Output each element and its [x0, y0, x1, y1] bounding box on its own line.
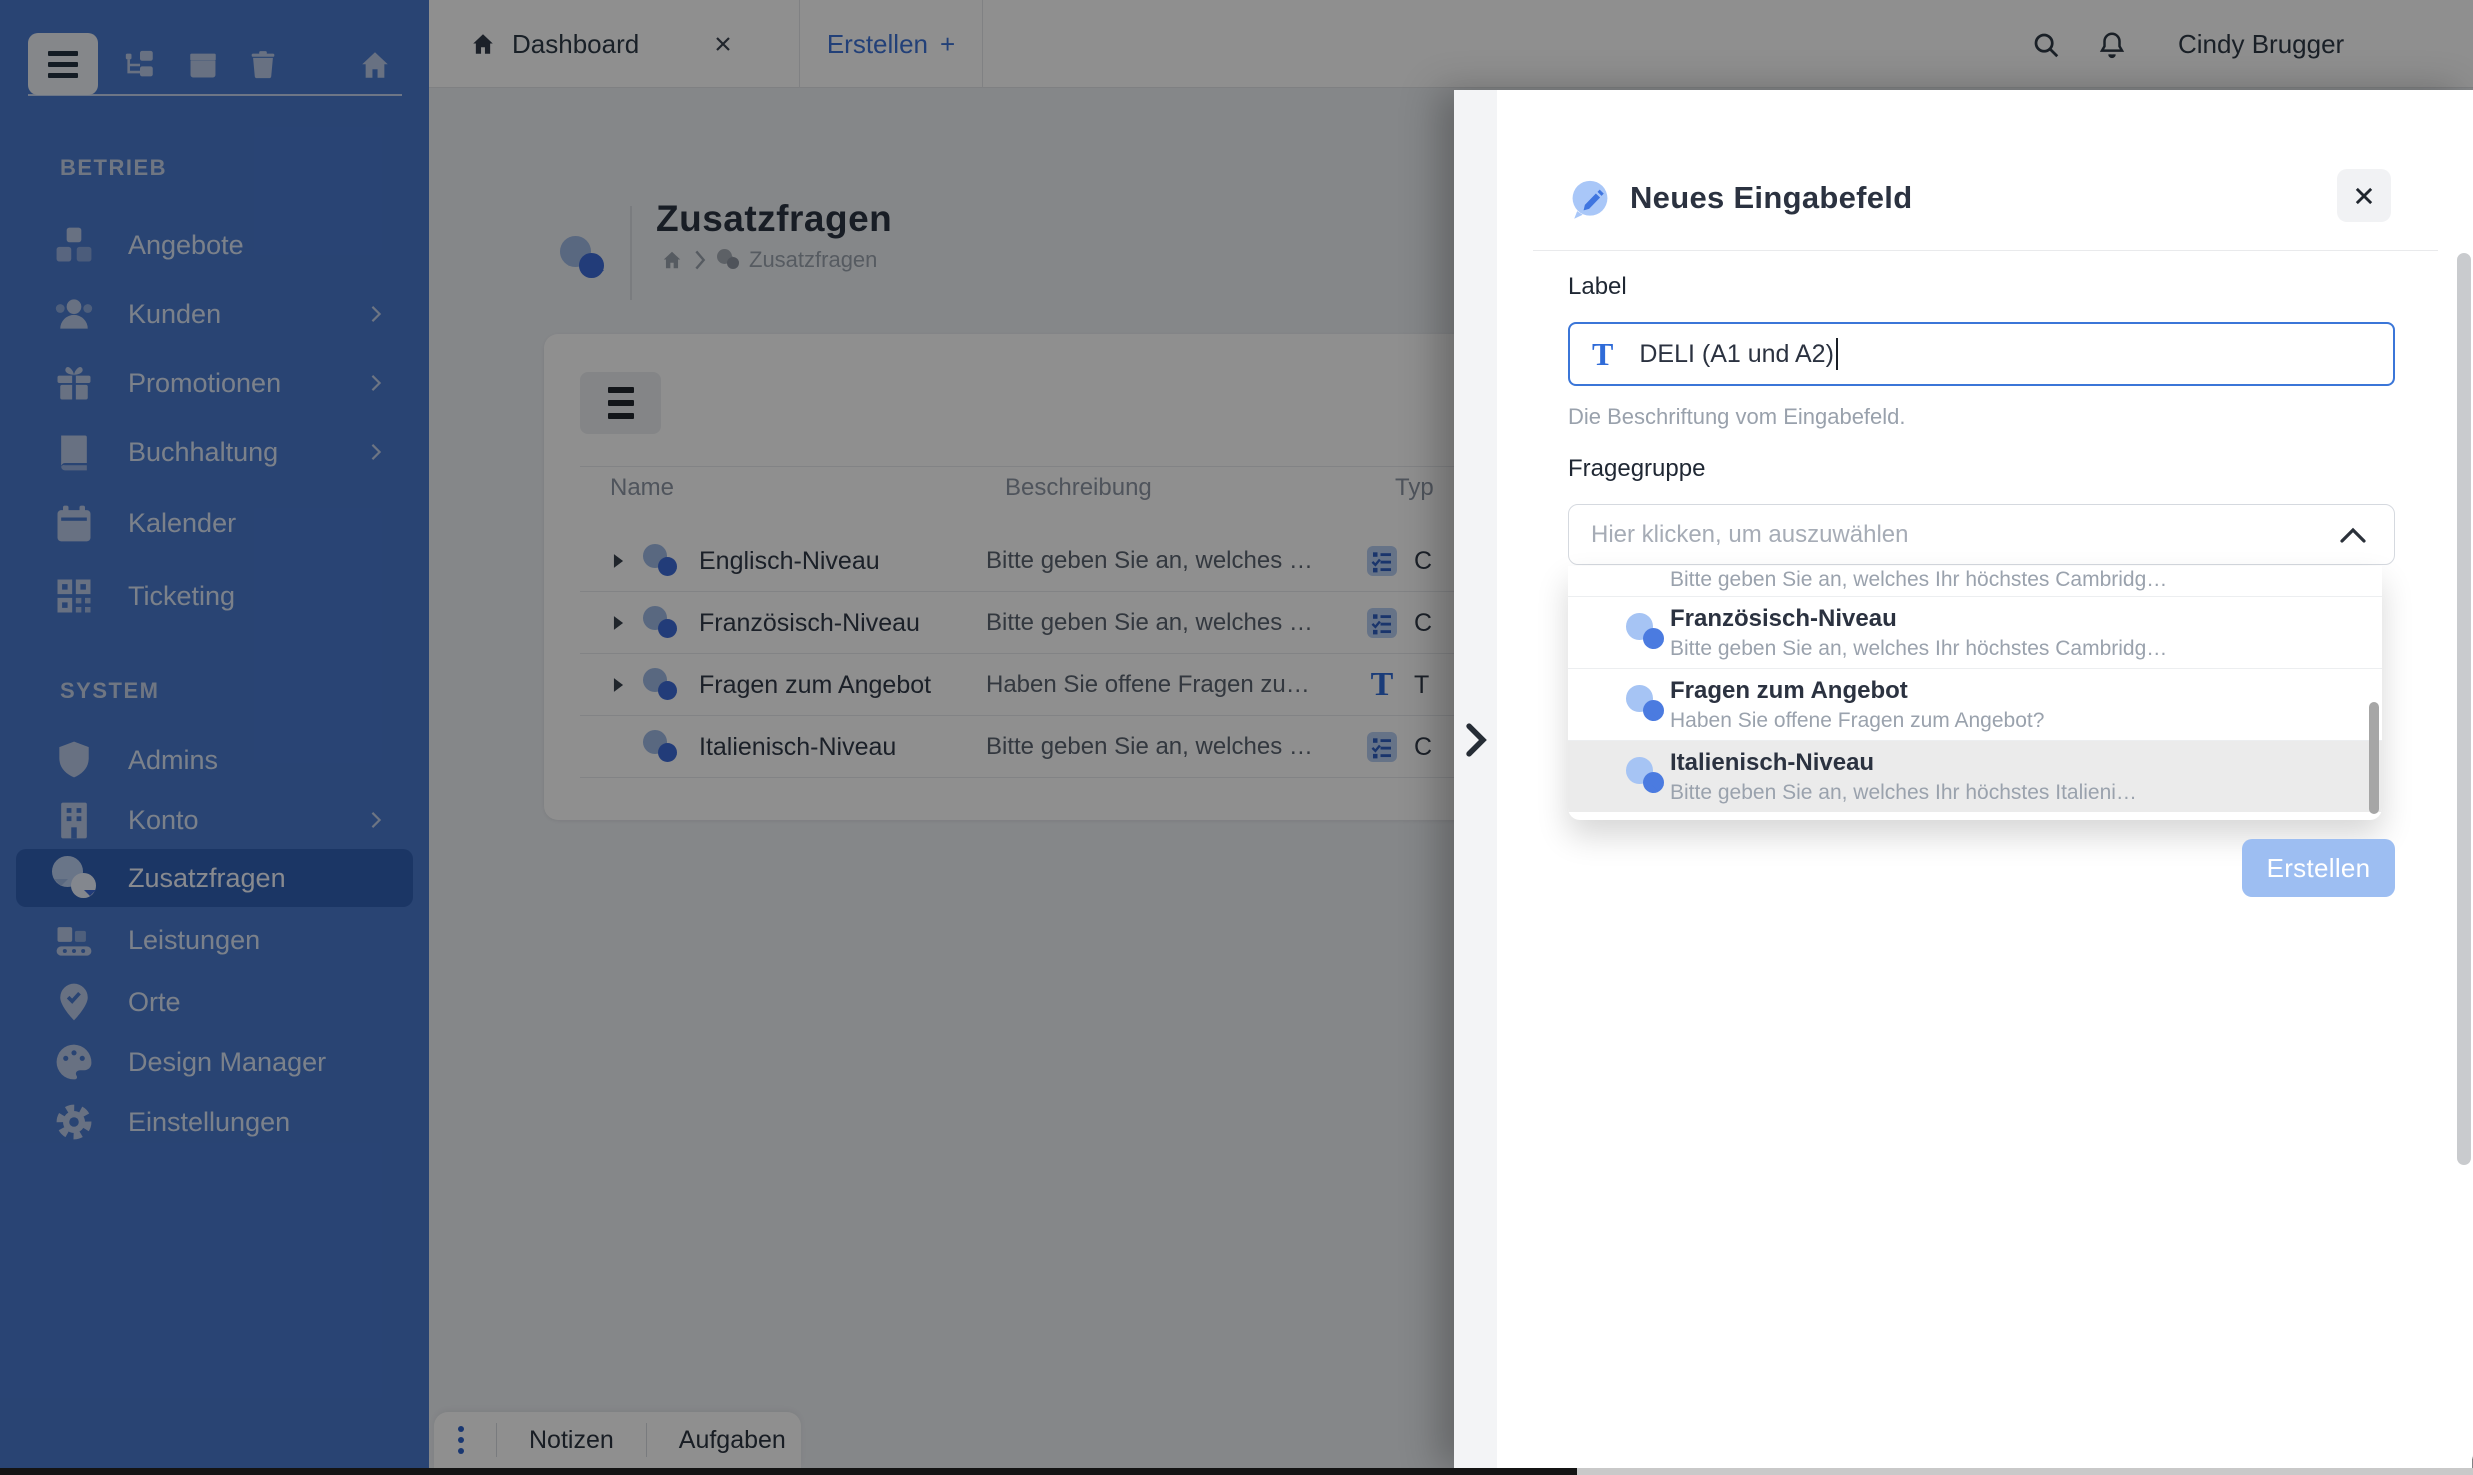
drawer-rail [1454, 90, 1497, 1468]
dialog-title: Neues Eingabefeld [1630, 180, 1913, 215]
label-input-value: DELI (A1 und A2) [1639, 339, 1834, 368]
chat-icon [1626, 757, 1665, 795]
option-title: Fragen zum Angebot [1670, 677, 1908, 704]
edit-bubble-icon [1572, 180, 1608, 219]
option-title: Französisch-Niveau [1670, 605, 1897, 632]
group-field-label: Fragegruppe [1568, 455, 1706, 482]
dropdown-option-fragen[interactable]: Fragen zum Angebot Haben Sie offene Frag… [1568, 669, 2382, 740]
label-input[interactable]: T DELI (A1 und A2) [1568, 322, 2395, 386]
text-cursor [1835, 338, 1838, 370]
drawer-scrollbar-track[interactable] [2456, 90, 2472, 1468]
chat-icon [1626, 613, 1665, 651]
group-select[interactable]: Hier klicken, um auszuwählen [1568, 504, 2395, 565]
dropdown-option-clipped[interactable]: Bitte geben Sie an, welches Ihr höchstes… [1670, 568, 2167, 592]
option-title: Italienisch-Niveau [1670, 749, 1875, 776]
option-subtitle: Bitte geben Sie an, welches Ihr höchstes… [1670, 637, 2168, 660]
select-placeholder: Hier klicken, um auszuwählen [1591, 520, 1909, 548]
option-subtitle: Bitte geben Sie an, welches Ihr höchstes… [1670, 781, 2137, 804]
app-window: BETRIEB Angebote Kunden Promotionen Buch… [0, 0, 2473, 1475]
close-icon [2355, 187, 2373, 204]
dialog-divider [1533, 250, 2438, 251]
label-helper-text: Die Beschriftung vom Eingabefeld. [1568, 404, 1906, 429]
close-button[interactable] [2337, 169, 2391, 222]
dropdown-option-italienisch[interactable]: Italienisch-Niveau Bitte geben Sie an, w… [1568, 741, 2382, 812]
erstellen-button[interactable]: Erstellen [2242, 839, 2395, 897]
dropdown-option-franzoesisch[interactable]: Französisch-Niveau Bitte geben Sie an, w… [1568, 597, 2382, 668]
drawer-body: Neues Eingabefeld Label T DELI (A1 und A… [1497, 90, 2473, 1468]
new-input-field-drawer: Neues Eingabefeld Label T DELI (A1 und A… [1454, 90, 2473, 1468]
drawer-scrollbar-thumb[interactable] [2457, 253, 2471, 1165]
option-subtitle: Haben Sie offene Fragen zum Angebot? [1670, 709, 2045, 732]
collapse-chevron-icon[interactable] [1461, 722, 1491, 758]
dropdown-scrollbar[interactable] [2369, 702, 2379, 814]
window-bottom-edge [0, 1468, 1577, 1475]
label-field-label: Label [1568, 273, 1627, 300]
window-bottom-edge-light [1577, 1468, 2473, 1475]
chat-icon [1626, 685, 1665, 723]
group-dropdown: Bitte geben Sie an, welches Ihr höchstes… [1568, 566, 2382, 820]
text-type-icon: T [1592, 336, 1614, 372]
chevron-up-icon [2340, 527, 2366, 543]
